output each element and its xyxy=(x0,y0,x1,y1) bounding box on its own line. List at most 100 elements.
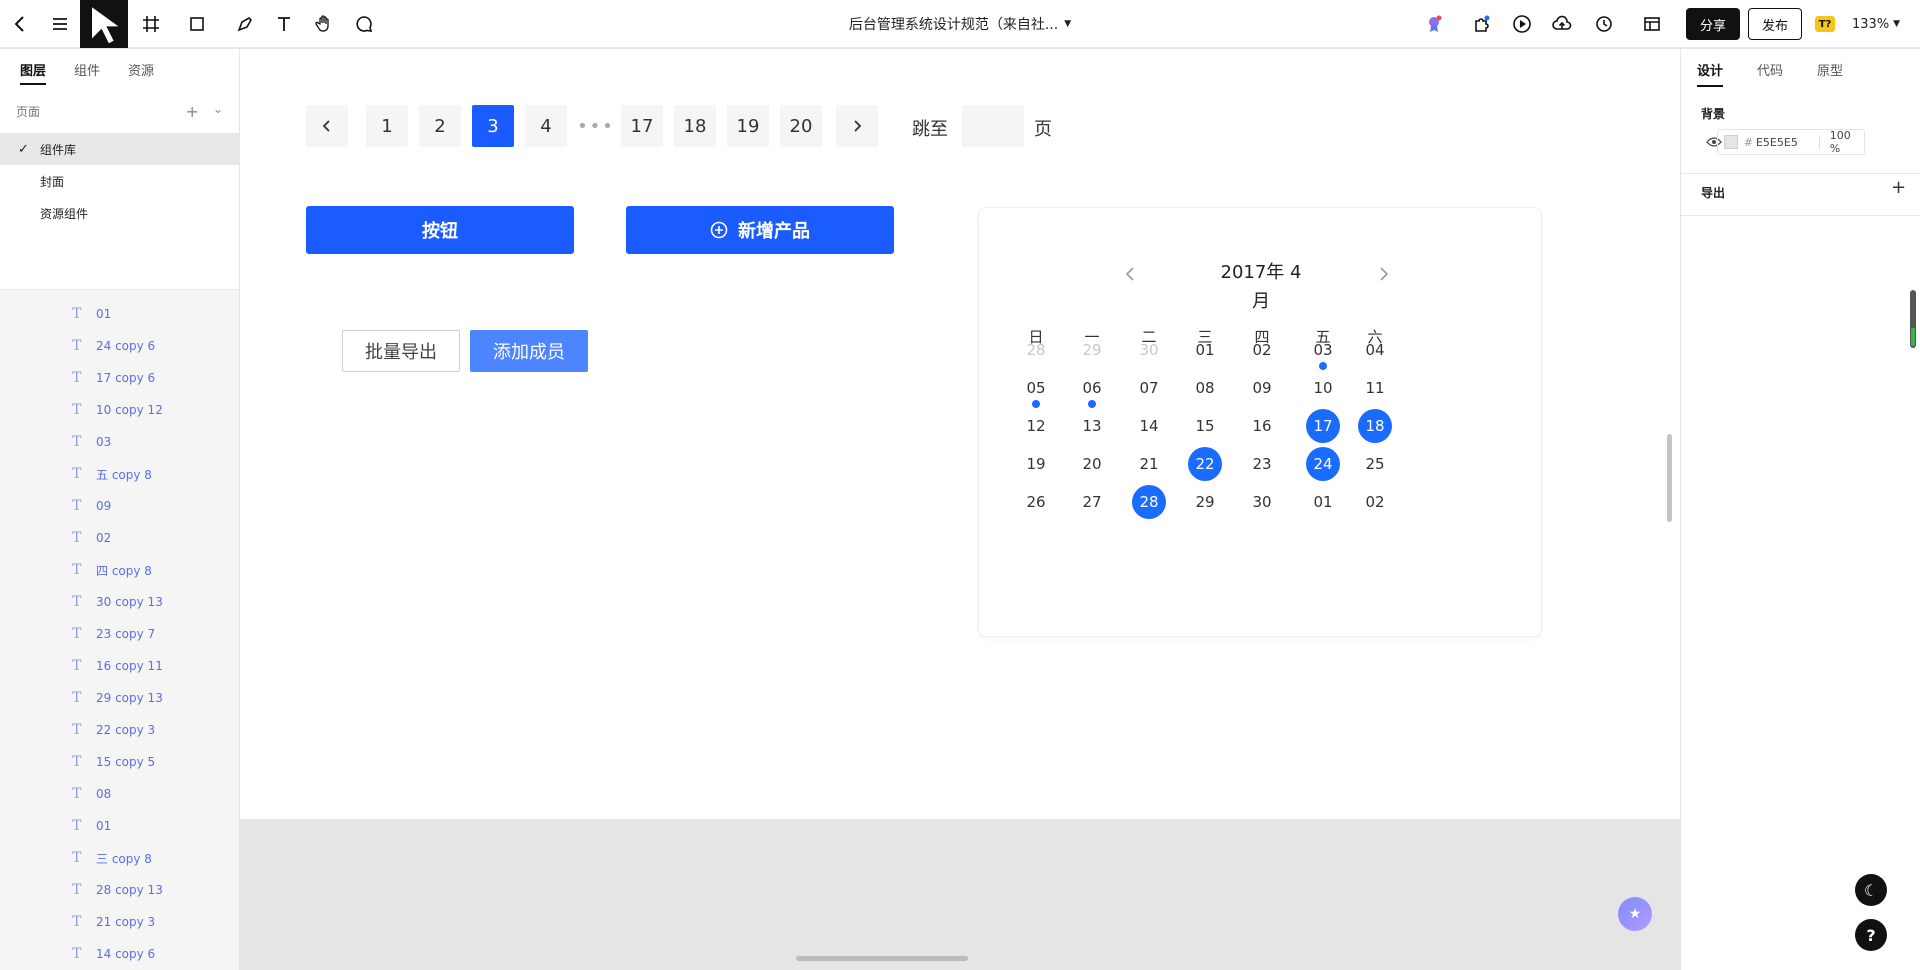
calendar-day[interactable]: 04 xyxy=(1358,333,1392,367)
color-swatch[interactable] xyxy=(1724,135,1738,149)
calendar-day[interactable]: 16 xyxy=(1245,409,1279,443)
calendar-day-selected[interactable]: 24 xyxy=(1306,447,1340,481)
calendar-day[interactable]: 01 xyxy=(1306,485,1340,519)
page-button-19[interactable]: 19 xyxy=(727,105,769,147)
page-item-components[interactable]: ✓ 组件库 xyxy=(0,133,239,165)
calendar-day-selected[interactable]: 28 xyxy=(1132,485,1166,519)
batch-export-button[interactable]: 批量导出 xyxy=(342,330,460,372)
assistant-icon[interactable]: ★ xyxy=(1618,897,1652,931)
layer-item[interactable]: T 02 xyxy=(0,522,239,554)
page-button-4[interactable]: 4 xyxy=(525,105,567,147)
calendar-day-selected[interactable]: 22 xyxy=(1188,447,1222,481)
back-icon[interactable] xyxy=(0,0,40,48)
calendar-day[interactable]: 12 xyxy=(1019,409,1053,443)
calendar-day[interactable]: 30 xyxy=(1132,333,1166,367)
layer-item[interactable]: T 09 xyxy=(0,490,239,522)
layer-item[interactable]: T 03 xyxy=(0,426,239,458)
calendar-day[interactable]: 23 xyxy=(1245,447,1279,481)
calendar-day[interactable]: 19 xyxy=(1019,447,1053,481)
calendar-day[interactable]: 02 xyxy=(1358,485,1392,519)
comment-tool-icon[interactable] xyxy=(344,0,384,48)
layer-item[interactable]: T 29 copy 13 xyxy=(0,682,239,714)
vertical-scrollbar[interactable] xyxy=(1667,434,1672,522)
layer-item[interactable]: T 22 copy 3 xyxy=(0,714,239,746)
ai-badge[interactable]: T? xyxy=(1815,16,1835,32)
pen-tool-icon[interactable] xyxy=(225,0,265,48)
layer-item[interactable]: T 01 xyxy=(0,298,239,330)
layer-item[interactable]: T 16 copy 11 xyxy=(0,650,239,682)
calendar-day[interactable]: 15 xyxy=(1188,409,1222,443)
layer-item[interactable]: T 01 xyxy=(0,810,239,842)
right-scrollbar[interactable] xyxy=(1910,290,1916,348)
layer-item[interactable]: T 三 copy 8 xyxy=(0,842,239,874)
tab-prototype[interactable]: 原型 xyxy=(1817,49,1843,89)
layer-item[interactable]: T 四 copy 8 xyxy=(0,554,239,586)
add-export-icon[interactable]: + xyxy=(1891,177,1906,198)
dark-mode-icon[interactable]: ☾ xyxy=(1855,874,1887,906)
layer-item[interactable]: T 10 copy 12 xyxy=(0,394,239,426)
calendar-day[interactable]: 20 xyxy=(1075,447,1109,481)
rectangle-tool-icon[interactable] xyxy=(177,0,217,48)
calendar-day[interactable]: 29 xyxy=(1188,485,1222,519)
hand-tool-icon[interactable] xyxy=(304,0,344,48)
publish-button[interactable]: 发布 xyxy=(1748,8,1802,40)
calendar-day[interactable]: 08 xyxy=(1188,371,1222,405)
calendar-day[interactable]: 29 xyxy=(1075,333,1109,367)
layer-item[interactable]: T 30 copy 13 xyxy=(0,586,239,618)
layer-item[interactable]: T 23 copy 7 xyxy=(0,618,239,650)
jump-page-input[interactable] xyxy=(962,105,1024,147)
add-product-button[interactable]: 新增产品 xyxy=(626,206,894,254)
ellipsis-icon[interactable]: ••• xyxy=(575,105,617,147)
cloud-upload-icon[interactable] xyxy=(1542,0,1582,48)
layer-item[interactable]: T 15 copy 5 xyxy=(0,746,239,778)
page-item-resources[interactable]: 资源组件 xyxy=(0,197,239,229)
background-opacity-value[interactable]: 100 % xyxy=(1830,129,1864,155)
prev-month-icon[interactable] xyxy=(1123,264,1137,288)
collapse-pages-icon[interactable]: ⌄ xyxy=(213,102,223,121)
layer-item[interactable]: T 五 copy 8 xyxy=(0,458,239,490)
tab-code[interactable]: 代码 xyxy=(1757,49,1783,89)
next-page-button[interactable] xyxy=(836,105,878,147)
tab-design[interactable]: 设计 xyxy=(1697,49,1724,89)
play-icon[interactable] xyxy=(1502,0,1542,48)
calendar-day[interactable]: 02 xyxy=(1245,333,1279,367)
page-button-20[interactable]: 20 xyxy=(780,105,822,147)
primary-button[interactable]: 按钮 xyxy=(306,206,574,254)
calendar-day[interactable]: 13 xyxy=(1075,409,1109,443)
page-button-3[interactable]: 3 xyxy=(472,105,514,147)
background-hex-value[interactable]: E5E5E5 xyxy=(1756,136,1819,149)
add-member-button[interactable]: 添加成员 xyxy=(470,330,588,372)
canvas[interactable]: 1 2 3 4 ••• 17 18 19 20 跳至 页 按钮 新增产品 批量导… xyxy=(240,49,1680,970)
layer-item[interactable]: T 14 copy 6 xyxy=(0,938,239,970)
zoom-level[interactable]: 133% ▼ xyxy=(1852,0,1900,48)
page-button-18[interactable]: 18 xyxy=(674,105,716,147)
calendar-day[interactable]: 25 xyxy=(1358,447,1392,481)
calendar-day[interactable]: 21 xyxy=(1132,447,1166,481)
page-button-17[interactable]: 17 xyxy=(621,105,663,147)
page-button-1[interactable]: 1 xyxy=(366,105,408,147)
tab-layers[interactable]: 图层 xyxy=(20,49,47,89)
document-title[interactable]: 后台管理系统设计规范（来自社... ▼ xyxy=(790,0,1130,48)
calendar-day[interactable]: 01 xyxy=(1188,333,1222,367)
layer-item[interactable]: T 28 copy 13 xyxy=(0,874,239,906)
calendar-day-selected[interactable]: 17 xyxy=(1306,409,1340,443)
layer-item[interactable]: T 21 copy 3 xyxy=(0,906,239,938)
page-item-cover[interactable]: 封面 xyxy=(0,165,239,197)
calendar-day-selected[interactable]: 18 xyxy=(1358,409,1392,443)
puzzle-plugin-icon[interactable] xyxy=(1462,0,1502,48)
calendar-day[interactable]: 14 xyxy=(1132,409,1166,443)
background-color-field[interactable]: # E5E5E5 100 % xyxy=(1717,129,1865,155)
calendar-day[interactable]: 07 xyxy=(1132,371,1166,405)
tab-components[interactable]: 组件 xyxy=(74,49,100,89)
layer-item[interactable]: T 17 copy 6 xyxy=(0,362,239,394)
calendar-day[interactable]: 10 xyxy=(1306,371,1340,405)
select-tool-icon[interactable] xyxy=(80,0,128,48)
calendar-day[interactable]: 09 xyxy=(1245,371,1279,405)
page-button-2[interactable]: 2 xyxy=(419,105,461,147)
calendar-day[interactable]: 30 xyxy=(1245,485,1279,519)
calendar-day[interactable]: 26 xyxy=(1019,485,1053,519)
layer-item[interactable]: T 08 xyxy=(0,778,239,810)
menu-icon[interactable] xyxy=(40,0,80,48)
layer-item[interactable]: T 24 copy 6 xyxy=(0,330,239,362)
add-page-icon[interactable]: + xyxy=(186,102,199,121)
